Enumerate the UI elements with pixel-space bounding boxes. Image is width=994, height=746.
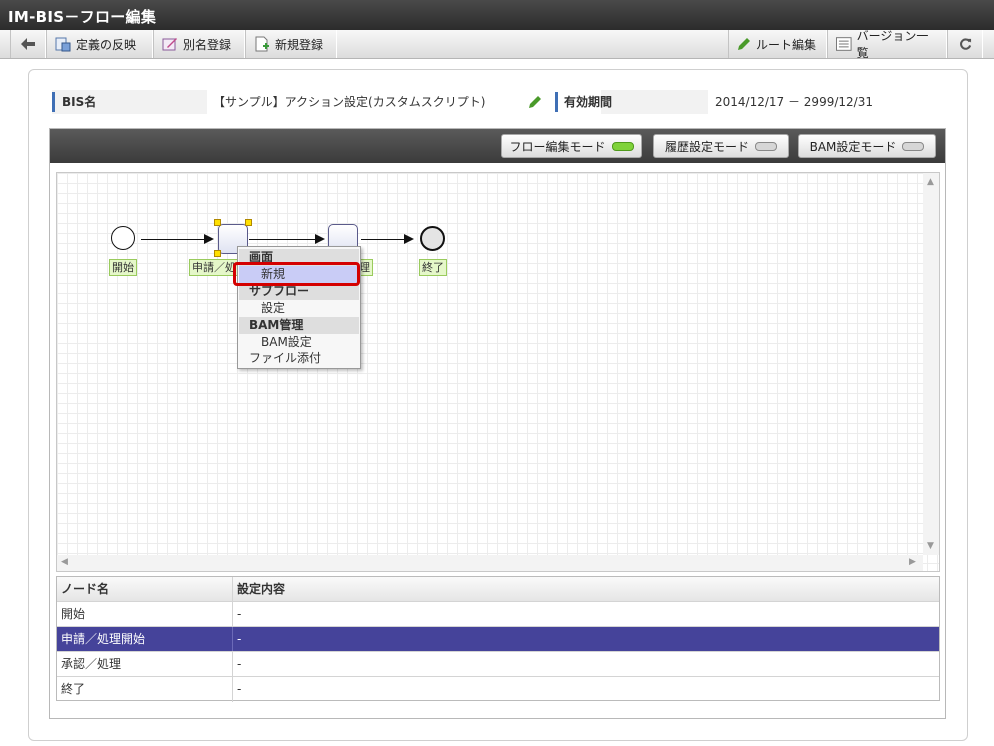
- node-name-cell: 申請／処理開始: [61, 632, 146, 646]
- bis-name-value: 【サンプル】アクション設定(カスタムスクリプト): [213, 95, 486, 109]
- window-title: IM-BIS－フロー編集: [8, 8, 157, 26]
- column-divider: [232, 652, 233, 677]
- flow-canvas[interactable]: ▲ ▼ ◀ ▶: [56, 172, 940, 572]
- version-list-label: バージョン一覧: [856, 29, 929, 60]
- column-divider: [232, 677, 233, 702]
- resize-handle[interactable]: [214, 250, 221, 257]
- refresh-icon: [959, 37, 971, 50]
- new-register-label: 新規登録: [275, 37, 324, 52]
- refresh-button[interactable]: [947, 30, 983, 58]
- scroll-down-icon[interactable]: ▼: [927, 541, 934, 551]
- back-button[interactable]: [10, 30, 46, 58]
- window-titlebar: IM-BIS－フロー編集: [0, 0, 994, 30]
- end-node-label: 終了: [419, 259, 447, 276]
- menu-item-subflow-setting[interactable]: 設定: [239, 300, 359, 317]
- apply-definition-icon: [55, 37, 71, 52]
- node-settings-table: ノード名 設定内容 開始 - 申請／処理開始 - 承認／処理 - 終了 -: [56, 576, 940, 702]
- arrow-left-icon: [21, 38, 35, 50]
- column-divider: [232, 627, 233, 652]
- flow-edit-mode-button[interactable]: フロー編集モード: [501, 134, 642, 158]
- resize-handle[interactable]: [245, 219, 252, 226]
- node-name-cell: 終了: [61, 682, 86, 696]
- table-row[interactable]: 終了 -: [57, 676, 939, 702]
- bis-info-bar: BIS名 【サンプル】アクション設定(カスタムスクリプト) 有効期間 2014/…: [52, 90, 944, 114]
- connector-line: [361, 239, 407, 240]
- settings-cell: -: [237, 657, 242, 671]
- table-header-row: ノード名 設定内容: [57, 577, 939, 602]
- mode-indicator-off: [902, 141, 925, 151]
- period-label: 有効期間: [564, 95, 613, 109]
- alias-register-button[interactable]: 別名登録: [153, 30, 245, 58]
- alias-register-label: 別名登録: [183, 37, 232, 52]
- node-name-cell: 開始: [61, 607, 86, 621]
- mode-bar: フロー編集モード 履歴設定モード BAM設定モード: [50, 129, 945, 163]
- period-value: 2014/12/17 － 2999/12/31: [715, 95, 873, 109]
- column-divider: [232, 577, 233, 602]
- table-row[interactable]: 開始 -: [57, 601, 939, 627]
- bis-name-accent: [52, 92, 55, 112]
- vertical-scrollbar[interactable]: ▲ ▼: [923, 173, 939, 555]
- pencil-icon: [529, 96, 541, 108]
- history-mode-label: 履歴設定モード: [664, 139, 749, 154]
- connector-line: [141, 239, 208, 240]
- scroll-right-icon[interactable]: ▶: [909, 557, 916, 567]
- apply-node-label: 申請／処: [189, 259, 239, 276]
- new-document-icon: [255, 36, 269, 52]
- flow-edit-mode-label: フロー編集モード: [509, 139, 606, 154]
- route-edit-label: ルート編集: [756, 37, 817, 52]
- settings-cell: -: [237, 682, 242, 696]
- node-name-cell: 承認／処理: [61, 657, 122, 671]
- bam-mode-button[interactable]: BAM設定モード: [798, 134, 936, 158]
- arrowhead-icon: [404, 234, 414, 244]
- start-node-label: 開始: [109, 259, 137, 276]
- edit-bis-name-button[interactable]: [528, 95, 542, 112]
- period-accent: [555, 92, 558, 112]
- history-mode-button[interactable]: 履歴設定モード: [653, 134, 789, 158]
- highlight-box: [233, 262, 360, 286]
- resize-handle[interactable]: [214, 219, 221, 226]
- bis-name-label: BIS名: [62, 95, 97, 109]
- route-edit-button[interactable]: ルート編集: [728, 30, 827, 58]
- bam-mode-label: BAM設定モード: [809, 139, 897, 154]
- arrowhead-icon: [204, 234, 214, 244]
- mode-indicator-off: [755, 141, 777, 151]
- settings-cell: -: [237, 607, 242, 621]
- table-row[interactable]: 承認／処理 -: [57, 651, 939, 677]
- pencil-icon: [738, 38, 750, 50]
- column-header-node-name: ノード名: [61, 582, 110, 596]
- toolbar: 定義の反映 別名登録 新規登録 ルート編集 バージョン一覧: [0, 29, 994, 60]
- column-divider: [232, 602, 233, 627]
- horizontal-scrollbar[interactable]: ◀ ▶: [57, 555, 923, 571]
- scroll-up-icon[interactable]: ▲: [927, 177, 934, 187]
- menu-item-bam-setting[interactable]: BAM設定: [239, 334, 359, 351]
- start-node[interactable]: [111, 226, 135, 250]
- alias-register-icon: [162, 38, 177, 51]
- version-list-button[interactable]: バージョン一覧: [827, 29, 947, 60]
- menu-item-file-attach[interactable]: ファイル添付: [239, 350, 359, 367]
- mode-indicator-on: [611, 141, 634, 151]
- menu-header-bam: BAM管理: [239, 317, 359, 334]
- table-row-selected[interactable]: 申請／処理開始 -: [57, 626, 939, 652]
- end-node[interactable]: [420, 226, 445, 251]
- arrowhead-icon: [315, 234, 325, 244]
- apply-definition-button[interactable]: 定義の反映: [46, 30, 153, 58]
- settings-cell: -: [237, 632, 242, 646]
- column-header-settings: 設定内容: [237, 582, 286, 596]
- connector-line: [249, 239, 317, 240]
- new-register-button[interactable]: 新規登録: [245, 30, 337, 58]
- list-icon: [836, 37, 852, 51]
- scroll-left-icon[interactable]: ◀: [61, 557, 68, 567]
- apply-definition-label: 定義の反映: [76, 37, 137, 52]
